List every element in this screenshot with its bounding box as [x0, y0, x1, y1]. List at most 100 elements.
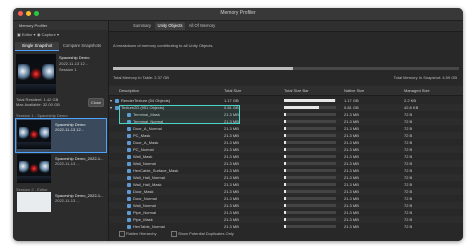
column-managed-size[interactable]: Managed Size: [404, 87, 430, 94]
texture-icon: [127, 154, 131, 159]
table-row[interactable]: ▾ RenderTexture (54 Objects) 1.17 GB 1.17 G…: [109, 97, 463, 104]
left-toolbar: Memory Profiler: [13, 21, 108, 30]
row-description: PC_Mask: [133, 133, 151, 138]
row-native-size: 21.3 MB: [344, 161, 359, 166]
size-bar-track: [284, 148, 336, 151]
size-bar-track: [284, 204, 336, 207]
column-description[interactable]: Description: [119, 87, 139, 94]
capture-button[interactable]: ◉ Capture ▾: [37, 32, 59, 37]
size-bar-track: [284, 183, 336, 186]
chevron-down-icon: ▾: [32, 32, 36, 37]
size-bar-track: [284, 169, 336, 172]
total-in-snapshot-label: Total Memory In Snapshot: 4.59 GB: [393, 75, 457, 80]
texture-icon: [127, 161, 131, 166]
close-snapshot-button[interactable]: Close: [88, 98, 104, 107]
tab-summary[interactable]: Summary: [131, 22, 153, 30]
size-bar: [284, 134, 287, 137]
texture-icon: [127, 182, 131, 187]
table-row[interactable]: Wall_Hall_Mask 21.3 MB 21.3 MB 72 B: [109, 181, 463, 188]
row-managed-size: 72 B: [404, 119, 413, 124]
column-total-size[interactable]: Total Size: [224, 87, 241, 94]
size-bar: [284, 211, 287, 214]
column-total-size-bar[interactable]: Total Size Bar: [284, 87, 309, 94]
size-bar: [284, 155, 287, 158]
snapshot-thumbnail-1: [17, 120, 51, 149]
row-managed-size: 2.2 KB: [404, 98, 417, 103]
texture-icon: [127, 224, 131, 229]
size-bar: [284, 218, 287, 221]
show-duplicates-checkbox[interactable]: [171, 231, 177, 237]
row-total-size: 21.3 MB: [224, 196, 239, 201]
row-total-size: 1.17 GB: [224, 98, 239, 103]
row-description: Wall_Normal: [133, 203, 156, 208]
capture-label: Capture: [41, 32, 56, 37]
expand-arrow-icon[interactable]: ▾: [110, 97, 112, 104]
table-header: Description Total Size Total Size Bar Na…: [109, 86, 463, 96]
table-row[interactable]: Wall_Hall_Normal 21.3 MB 21.3 MB 72 B: [109, 174, 463, 181]
snapshot-thumbnail-2[interactable]: [17, 154, 51, 183]
row-description: HexCable_Surface_Mask: [133, 168, 179, 173]
snapshot-date-3: 2022-11-13 ...: [55, 198, 80, 203]
flatten-hierarchy-checkbox[interactable]: [119, 231, 125, 237]
row-description: RenderTexture (54 Objects): [121, 98, 171, 103]
column-native-size[interactable]: Native Size: [344, 87, 364, 94]
size-bar-track: [284, 218, 336, 221]
table-row[interactable]: PC_Normal 21.3 MB 21.3 MB 72 B: [109, 146, 463, 153]
size-bar-track: [284, 141, 336, 144]
size-bar-track: [284, 225, 336, 228]
texture-icon: [127, 189, 131, 194]
table-row[interactable]: HexCable_Surface_Mask 21.3 MB 21.3 MB 72 B: [109, 167, 463, 174]
main-panel: Summary Unity Objects All Of Memory A br…: [109, 21, 463, 241]
table-row[interactable]: Wall_Normal 21.3 MB 21.3 MB 72 B: [109, 202, 463, 209]
row-native-size: 21.3 MB: [344, 119, 359, 124]
size-bar: [284, 162, 287, 165]
size-bar: [284, 127, 287, 130]
size-bar-track: [284, 162, 336, 165]
row-description: Wall_Mask: [133, 154, 153, 159]
tab-single-snapshot[interactable]: Single Snapshot: [15, 42, 59, 51]
row-total-size: 21.3 MB: [224, 203, 239, 208]
row-managed-size: 72 B: [404, 168, 413, 173]
size-bar: [284, 99, 335, 102]
tab-compare-snapshots[interactable]: Compare Snapshots: [59, 42, 105, 50]
expand-arrow-icon[interactable]: ▾: [110, 104, 112, 111]
texture-icon: [127, 196, 131, 201]
table-row[interactable]: Wall_Mask 21.3 MB 21.3 MB 72 B: [109, 153, 463, 160]
selected-snapshot-name: Spaceship Demo: [59, 55, 90, 60]
row-managed-size: 72 B: [404, 147, 413, 152]
table-row[interactable]: Pipe_Normal 21.3 MB 21.3 MB 72 B: [109, 209, 463, 216]
size-bar-track: [284, 197, 336, 200]
total-in-table-label: Total Memory In Table: 2.37 GB: [113, 75, 169, 80]
editor-dropdown[interactable]: ▣ Editor ▾: [17, 32, 35, 37]
table-row[interactable]: Door_Normal 21.3 MB 21.3 MB 72 B: [109, 195, 463, 202]
memory-profiler-window: Memory Profiler Memory Profiler ▣ Editor…: [13, 8, 463, 241]
size-bar: [284, 197, 287, 200]
size-bar: [284, 225, 287, 228]
table-row[interactable]: Wall_Normal 21.3 MB 21.3 MB 72 B: [109, 160, 463, 167]
table-row[interactable]: Door_A_Mask 21.3 MB 21.3 MB 72 B: [109, 139, 463, 146]
size-bar: [284, 148, 287, 151]
window-title: Memory Profiler: [220, 10, 256, 16]
table-row[interactable]: PC_Mask 21.3 MB 21.3 MB 72 B: [109, 132, 463, 139]
texture-icon: [127, 140, 131, 145]
snapshot-thumbnail-3[interactable]: [17, 192, 51, 212]
size-bar-track: [284, 120, 336, 123]
show-duplicates-label: Show Potential Duplicates Only: [178, 231, 234, 236]
texture-icon: [127, 175, 131, 180]
snapshot-panel: Memory Profiler ▣ Editor ▾ ◉ Capture ▾ S…: [13, 21, 109, 241]
row-total-size: 21.3 MB: [224, 147, 239, 152]
chevron-down-icon: ▾: [55, 32, 59, 37]
tab-all-of-memory[interactable]: All Of Memory: [187, 22, 217, 30]
row-total-size: 21.3 MB: [224, 168, 239, 173]
row-description: Pipe_Mask: [133, 217, 153, 222]
table-row[interactable]: Door_A_Normal 21.3 MB 21.3 MB 72 B: [109, 125, 463, 132]
row-native-size: 21.3 MB: [344, 133, 359, 138]
size-bar: [284, 176, 287, 179]
row-description: Wall_Hall_Mask: [133, 182, 162, 187]
size-bar: [284, 169, 287, 172]
tab-unity-objects[interactable]: Unity Objects: [155, 22, 185, 30]
table-row[interactable]: Pipe_Mask 21.3 MB 21.3 MB 72 B: [109, 216, 463, 223]
selected-snapshot-date: 2022-11-13 12...: [59, 61, 89, 66]
table-row[interactable]: Door_Mask 21.3 MB 21.3 MB 72 B: [109, 188, 463, 195]
row-managed-size: 72 B: [404, 126, 413, 131]
